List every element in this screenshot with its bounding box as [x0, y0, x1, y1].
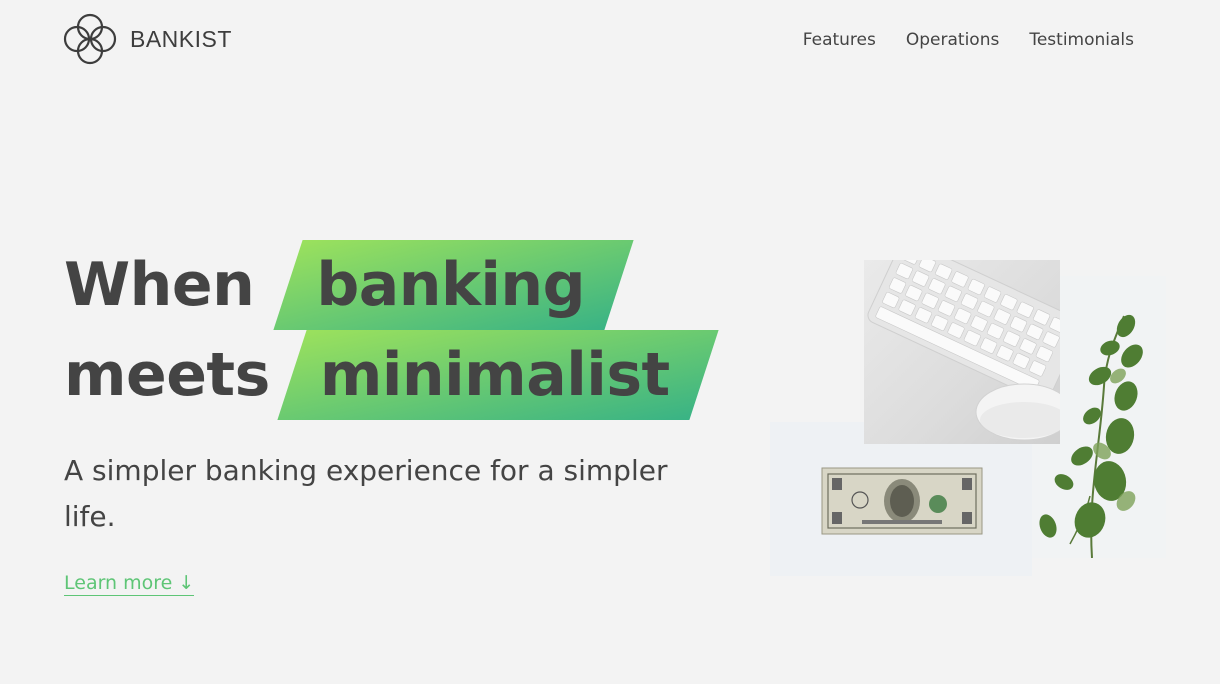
- highlight-banking-text: banking: [316, 250, 586, 320]
- highlight-minimalist-text: minimalist: [319, 340, 670, 410]
- nav-link-testimonials[interactable]: Testimonials: [1029, 30, 1134, 50]
- brand-name: BANKIST: [130, 25, 232, 52]
- dollar-bill-icon: [821, 467, 983, 535]
- bankist-logo-icon: [63, 13, 117, 65]
- nav-link-operations[interactable]: Operations: [906, 30, 999, 50]
- hero-title: When banking meets minimalist: [64, 240, 704, 420]
- top-navigation: BANKIST Features Operations Testimonials: [0, 0, 1220, 84]
- hero-subtitle: A simpler banking experience for a simpl…: [64, 454, 668, 533]
- highlight-minimalist: minimalist: [292, 330, 704, 420]
- hero-title-line-1: When banking: [64, 240, 704, 330]
- hero-title-line-2: meets minimalist: [64, 330, 704, 420]
- nav-link-features[interactable]: Features: [803, 30, 876, 50]
- hero-title-word-when: When: [64, 250, 255, 320]
- keyboard-icon: [867, 260, 1060, 441]
- landing-page: BANKIST Features Operations Testimonials…: [0, 0, 1220, 684]
- highlight-banking: banking: [288, 240, 619, 330]
- nav-links: Features Operations Testimonials: [803, 30, 1134, 50]
- dollar-bill-photo: [770, 422, 1032, 576]
- learn-more-link[interactable]: Learn more ↓: [64, 572, 195, 596]
- hero-title-word-meets: meets: [64, 340, 270, 410]
- brand-logo[interactable]: BANKIST: [62, 12, 232, 66]
- hero-image-collage: [770, 260, 1166, 576]
- keyboard-photo: [864, 260, 1060, 444]
